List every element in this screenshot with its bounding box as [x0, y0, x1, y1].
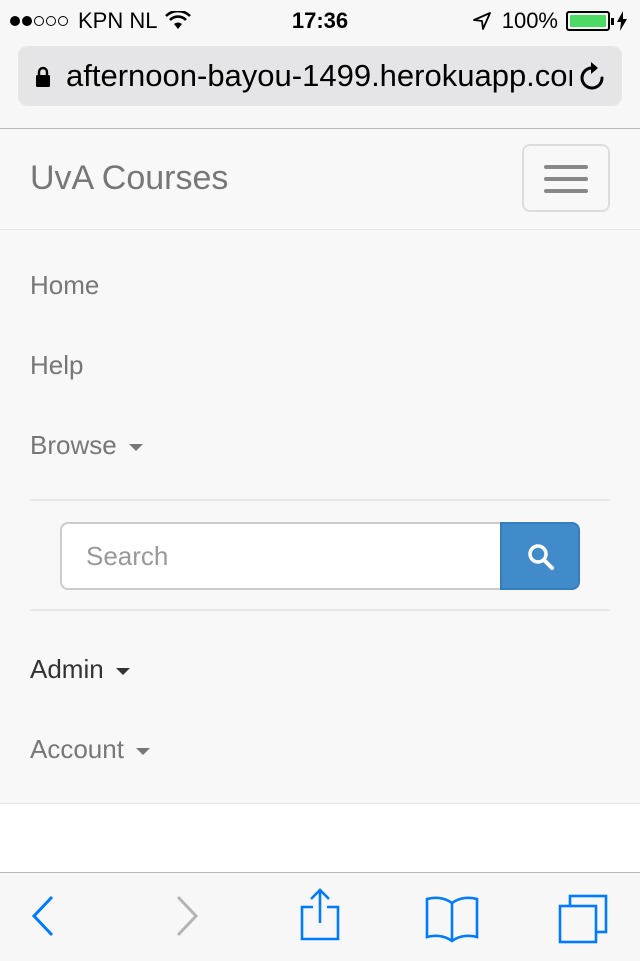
nav-item-account[interactable]: Account — [30, 734, 150, 765]
browser-address-area: afternoon-bayou-1499.herokuapp.com — [0, 40, 640, 129]
battery-nub — [611, 18, 614, 25]
lock-icon — [36, 66, 50, 87]
navbar-brand[interactable]: UvA Courses — [30, 159, 228, 198]
share-icon[interactable] — [298, 887, 342, 941]
caret-down-icon — [135, 748, 150, 755]
reload-icon[interactable] — [578, 60, 608, 92]
nav-item-label: Admin — [30, 654, 104, 684]
back-icon[interactable] — [28, 893, 58, 939]
nav-item-browse[interactable]: Browse — [30, 430, 143, 461]
nav-item-label: Account — [30, 734, 124, 764]
nav-item-label: Browse — [30, 430, 117, 460]
hamburger-icon-bar — [544, 189, 588, 193]
tabs-icon[interactable] — [556, 893, 610, 945]
nav-item-admin[interactable]: Admin — [30, 654, 130, 685]
navbar-divider — [0, 229, 640, 230]
search-icon — [528, 544, 554, 570]
bookmarks-icon[interactable] — [424, 893, 480, 943]
nav-item-label: Help — [30, 350, 84, 380]
caret-down-icon — [128, 444, 143, 451]
status-bar: KPN NL 17:36 100% — [0, 0, 640, 40]
address-bar[interactable]: afternoon-bayou-1499.herokuapp.com — [18, 46, 622, 106]
browser-toolbar — [0, 872, 640, 961]
divider — [30, 609, 610, 611]
caret-down-icon — [115, 668, 130, 675]
nav-item-label: Home — [30, 270, 100, 300]
battery-percentage: 100% — [501, 8, 558, 33]
search-button[interactable] — [500, 522, 580, 590]
forward-icon[interactable] — [172, 893, 202, 939]
battery-info: 100% — [472, 8, 628, 34]
location-arrow-icon — [472, 12, 491, 30]
navbar: UvA Courses Home Help Browse Admin Accou… — [0, 129, 640, 804]
navbar-toggle-button[interactable] — [522, 144, 610, 212]
divider — [30, 499, 610, 501]
hamburger-icon-bar — [544, 165, 588, 169]
nav-item-home[interactable]: Home — [30, 270, 99, 301]
battery-icon — [566, 11, 614, 31]
battery-level — [570, 15, 606, 27]
nav-item-help[interactable]: Help — [30, 350, 83, 381]
lightning-bolt-icon — [617, 11, 627, 31]
url-text: afternoon-bayou-1499.herokuapp.com — [66, 58, 572, 93]
hamburger-icon-bar — [544, 177, 588, 181]
search-input[interactable] — [60, 522, 501, 590]
